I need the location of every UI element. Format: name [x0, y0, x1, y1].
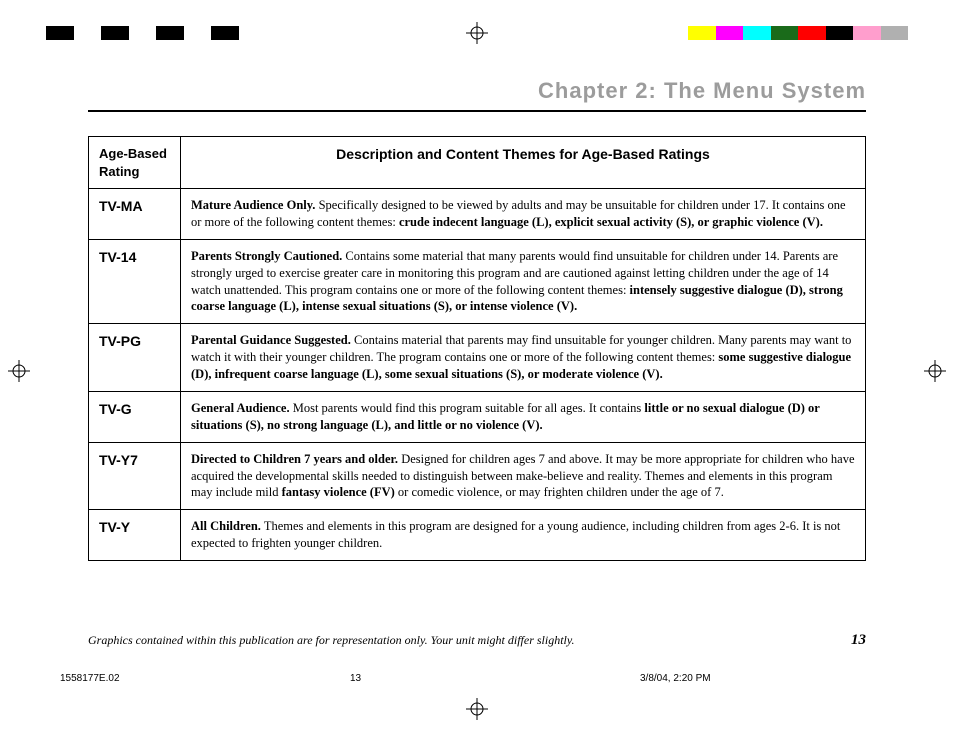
registration-mark-icon	[8, 360, 30, 382]
content-area: Chapter 2: The Menu System Age-Based Rat…	[88, 78, 866, 561]
swatch	[46, 26, 74, 40]
swatch	[688, 26, 716, 40]
slug-time: 3/8/04, 2:20 PM	[640, 673, 894, 684]
swatch	[184, 26, 212, 40]
table-header-row: Age-Based Rating Description and Content…	[89, 137, 866, 189]
swatch	[853, 26, 881, 40]
calibration-bar-left	[46, 26, 266, 40]
ratings-table-wrap: Age-Based Rating Description and Content…	[88, 136, 866, 561]
page-footer: Graphics contained within this publicati…	[88, 632, 866, 649]
rating-cell: TV-14	[89, 239, 181, 324]
swatch	[881, 26, 909, 40]
table-row: TV-14Parents Strongly Cautioned. Contain…	[89, 239, 866, 324]
table-row: TV-YAll Children. Themes and elements in…	[89, 510, 866, 561]
registration-mark-icon	[924, 360, 946, 382]
rating-cell: TV-Y7	[89, 442, 181, 510]
title-rule	[88, 110, 866, 112]
footer-note: Graphics contained within this publicati…	[88, 633, 575, 648]
swatch	[798, 26, 826, 40]
registration-mark-icon	[466, 22, 488, 44]
description-cell: All Children. Themes and elements in thi…	[181, 510, 866, 561]
swatch	[716, 26, 744, 40]
swatch	[743, 26, 771, 40]
table-row: TV-GGeneral Audience. Most parents would…	[89, 391, 866, 442]
swatch	[129, 26, 157, 40]
swatch	[771, 26, 799, 40]
description-cell: Parents Strongly Cautioned. Contains som…	[181, 239, 866, 324]
rating-cell: TV-G	[89, 391, 181, 442]
rating-cell: TV-Y	[89, 510, 181, 561]
swatch	[74, 26, 102, 40]
swatch	[101, 26, 129, 40]
header-description: Description and Content Themes for Age-B…	[181, 137, 866, 189]
description-cell: Mature Audience Only. Specifically desig…	[181, 189, 866, 240]
description-cell: Directed to Children 7 years and older. …	[181, 442, 866, 510]
swatch	[826, 26, 854, 40]
header-rating: Age-Based Rating	[89, 137, 181, 189]
table-row: TV-PGParental Guidance Suggested. Contai…	[89, 324, 866, 392]
calibration-bar-right	[688, 26, 908, 40]
registration-mark-icon	[466, 698, 488, 720]
print-slug: 1558177E.02 13 3/8/04, 2:20 PM	[60, 673, 894, 684]
page-number: 13	[851, 632, 866, 649]
swatch	[239, 26, 267, 40]
rating-cell: TV-MA	[89, 189, 181, 240]
swatch	[211, 26, 239, 40]
description-cell: Parental Guidance Suggested. Contains ma…	[181, 324, 866, 392]
ratings-table: Age-Based Rating Description and Content…	[88, 136, 866, 561]
table-row: TV-Y7Directed to Children 7 years and ol…	[89, 442, 866, 510]
slug-doc: 1558177E.02	[60, 673, 210, 684]
description-cell: General Audience. Most parents would fin…	[181, 391, 866, 442]
swatch	[156, 26, 184, 40]
chapter-title: Chapter 2: The Menu System	[88, 78, 866, 110]
slug-page: 13	[350, 673, 500, 684]
page: Chapter 2: The Menu System Age-Based Rat…	[0, 0, 954, 742]
table-row: TV-MAMature Audience Only. Specifically …	[89, 189, 866, 240]
rating-cell: TV-PG	[89, 324, 181, 392]
